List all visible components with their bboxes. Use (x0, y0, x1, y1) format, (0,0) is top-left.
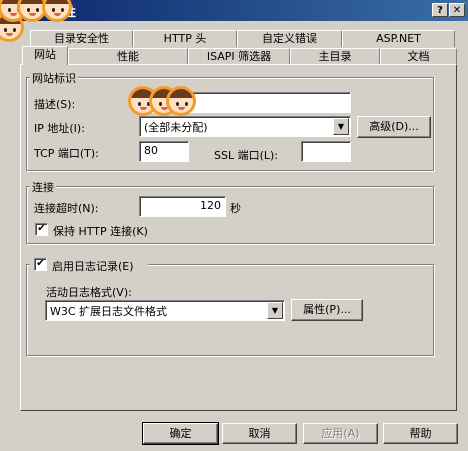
keepalive-label[interactable]: 保持 HTTP 连接(K) (53, 223, 148, 239)
tab-custom-errors[interactable]: 自定义错误 (237, 30, 342, 47)
log-format-label: 活动日志格式(V): (46, 286, 132, 299)
tcp-port-label: TCP 端口(T): (34, 147, 99, 160)
tab-aspnet[interactable]: ASP.NET (342, 30, 455, 47)
ip-address-select[interactable]: (全部未分配) ▼ (139, 116, 351, 137)
tab-documents[interactable]: 文档 (380, 48, 457, 65)
advanced-button[interactable]: 高级(D)... (357, 116, 431, 138)
website-identification-label: 网站标识 (30, 70, 78, 86)
tab-website[interactable]: 网站 (22, 46, 68, 65)
chevron-down-icon[interactable]: ▼ (267, 302, 283, 319)
tab-http-headers[interactable]: HTTP 头 (133, 30, 237, 47)
tcp-port-field[interactable]: 80 (139, 141, 189, 162)
help-icon[interactable]: ? (432, 3, 448, 17)
tab-directory-security[interactable]: 目录安全性 (30, 30, 133, 47)
description-label: 描述(S): (34, 98, 76, 111)
keepalive-checkbox[interactable]: ✔ (35, 223, 48, 236)
connection-timeout-field[interactable]: 120 (139, 196, 226, 217)
tab-isapi-filters[interactable]: ISAPI 筛选器 (188, 48, 290, 65)
tab-home-directory[interactable]: 主目录 (290, 48, 380, 65)
ssl-port-label: SSL 端口(L): (214, 149, 279, 162)
connection-timeout-label: 连接超时(N): (34, 202, 99, 215)
cancel-button[interactable]: 取消 (222, 423, 297, 444)
enable-logging-checkbox[interactable]: ✔ (34, 258, 47, 271)
cartoon-face-icon (166, 86, 196, 116)
help-button[interactable]: 帮助 (383, 423, 458, 444)
connection-label: 连接 (30, 179, 56, 195)
ip-address-label: IP 地址(I): (34, 122, 85, 135)
timeout-unit-label: 秒 (230, 202, 241, 215)
ssl-port-field[interactable] (301, 141, 351, 162)
log-format-select[interactable]: W3C 扩展日志文件格式 ▼ (45, 300, 285, 321)
chevron-down-icon[interactable]: ▼ (333, 118, 349, 135)
enable-logging-label[interactable]: 启用日志记录(E) (52, 258, 134, 274)
log-format-value: W3C 扩展日志文件格式 (50, 305, 168, 318)
ip-address-value: (全部未分配) (144, 121, 208, 134)
apply-button[interactable]: 应用(A) (303, 423, 378, 444)
tab-performance[interactable]: 性能 (68, 48, 188, 65)
log-properties-button[interactable]: 属性(P)... (291, 299, 363, 321)
close-icon[interactable]: ✕ (449, 3, 465, 17)
ok-button[interactable]: 确定 (142, 422, 219, 445)
